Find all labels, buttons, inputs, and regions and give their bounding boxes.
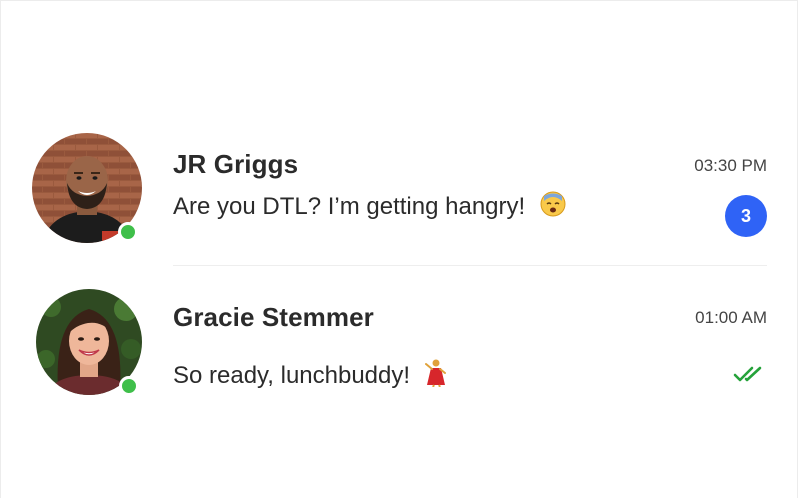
message-preview: So ready, lunchbuddy! [173,359,447,394]
fearful-face-emoji [540,191,566,224]
dancer-emoji [424,359,447,394]
message-text: So ready, lunchbuddy! [173,361,411,389]
unread-count-badge: 3 [725,195,767,237]
conversation-item-gracie-stemmer[interactable]: Gracie Stemmer 01:00 AM So ready, lunchb… [1,265,800,417]
contact-name: JR Griggs [173,149,299,179]
double-check-read-icon [733,365,767,388]
message-time: 03:30 PM [694,156,767,175]
conversation-item-jr-griggs[interactable]: JR Griggs 03:30 PM Are you DTL? I’m gett… [1,129,800,266]
online-status-dot [119,376,139,396]
message-time: 01:00 AM [695,308,767,327]
message-preview: Are you DTL? I’m getting hangry! [173,191,566,224]
contact-name: Gracie Stemmer [173,302,374,332]
online-status-dot [118,222,138,242]
chat-list-panel: JR Griggs 03:30 PM Are you DTL? I’m gett… [0,0,798,498]
message-text: Are you DTL? I’m getting hangry! [173,192,526,220]
conversation-list: JR Griggs 03:30 PM Are you DTL? I’m gett… [1,129,800,417]
